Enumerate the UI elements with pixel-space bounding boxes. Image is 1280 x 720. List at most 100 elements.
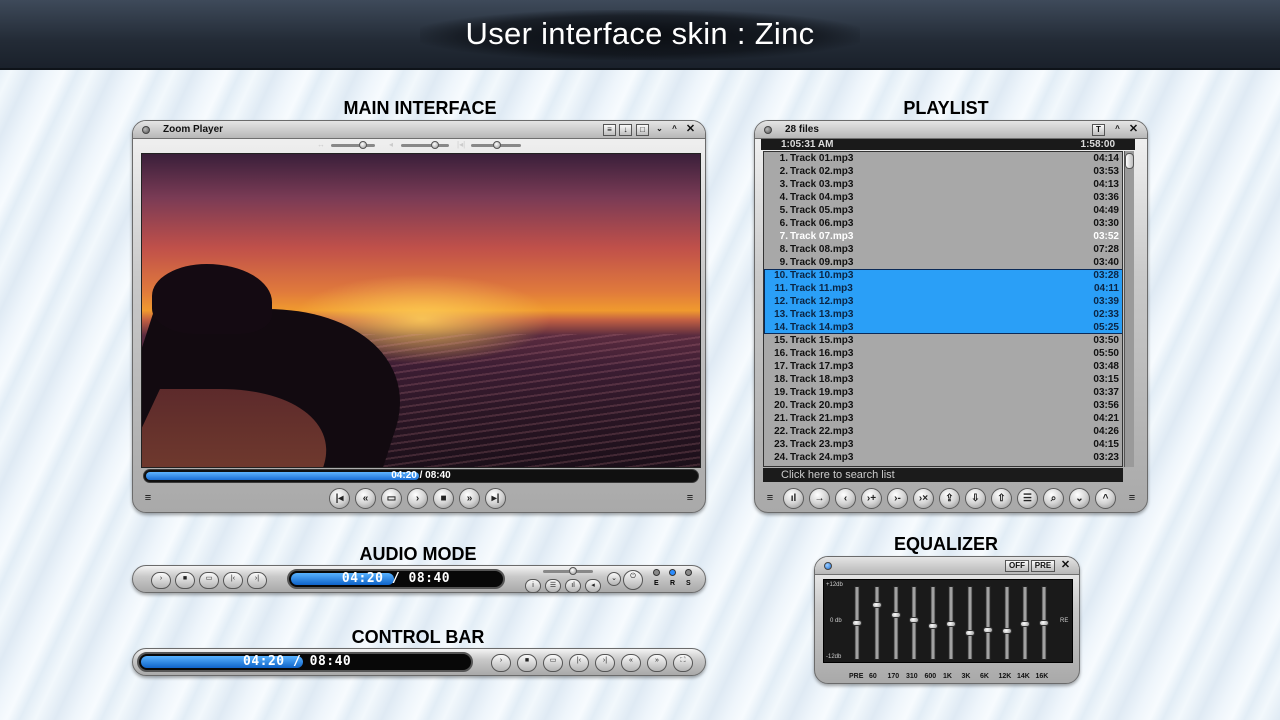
right-menu-icon[interactable]: ≡ bbox=[685, 493, 695, 504]
audio-list-icon[interactable]: ☰ bbox=[545, 579, 561, 593]
text-mode-icon[interactable]: T bbox=[1092, 124, 1105, 136]
eq-knob[interactable] bbox=[1001, 628, 1012, 634]
position-slider[interactable] bbox=[471, 141, 521, 149]
audio-volume-knob[interactable] bbox=[569, 567, 577, 575]
export-icon[interactable]: ⇪ bbox=[939, 488, 960, 509]
playlist-menu-icon[interactable] bbox=[764, 126, 772, 134]
eq-knob[interactable] bbox=[1038, 620, 1049, 626]
playlist-row[interactable]: 8. Track 08.mp3 07:28 bbox=[764, 243, 1122, 256]
playlist-row[interactable]: 22. Track 22.mp3 04:26 bbox=[764, 425, 1122, 438]
audio-prev-icon[interactable]: |‹ bbox=[223, 572, 243, 589]
rewind-icon[interactable]: « bbox=[355, 488, 376, 509]
playlist-row[interactable]: 6. Track 06.mp3 03:30 bbox=[764, 217, 1122, 230]
add-file-icon[interactable]: ›+ bbox=[861, 488, 882, 509]
eq-knob[interactable] bbox=[927, 623, 938, 629]
control-next-icon[interactable]: ›| bbox=[595, 654, 615, 672]
audio-stop-icon[interactable]: ■ bbox=[175, 572, 195, 589]
playlist-row[interactable]: 4. Track 04.mp3 03:36 bbox=[764, 191, 1122, 204]
playlist-row[interactable]: 21. Track 21.mp3 04:21 bbox=[764, 412, 1122, 425]
signal-icon[interactable]: ıl bbox=[783, 488, 804, 509]
maximize-icon[interactable]: ^ bbox=[668, 124, 681, 136]
move-down-icon[interactable]: ⌄ bbox=[1069, 488, 1090, 509]
audio-mode-icon[interactable]: ◂ bbox=[585, 579, 601, 593]
playlist-close-icon[interactable]: ✕ bbox=[1127, 124, 1140, 136]
eq-slider-60[interactable] bbox=[872, 586, 882, 660]
playlist-row[interactable]: 24. Track 24.mp3 03:23 bbox=[764, 451, 1122, 464]
eq-knob[interactable] bbox=[890, 612, 901, 618]
audio-next-icon[interactable]: ›| bbox=[247, 572, 267, 589]
move-up-icon[interactable]: ^ bbox=[1095, 488, 1116, 509]
fullscreen-icon[interactable]: □ bbox=[636, 124, 649, 136]
eq-pre-button[interactable]: PRE bbox=[1031, 560, 1055, 572]
playlist-row[interactable]: 5. Track 05.mp3 04:49 bbox=[764, 204, 1122, 217]
eq-slider-170[interactable] bbox=[890, 586, 901, 660]
sort-down-icon[interactable]: ⇩ bbox=[965, 488, 986, 509]
playlist-row[interactable]: 7. Track 07.mp3 03:52 bbox=[764, 230, 1122, 243]
scrollbar-thumb[interactable] bbox=[1125, 153, 1134, 169]
remove-icon[interactable]: ›- bbox=[887, 488, 908, 509]
eq-knob[interactable] bbox=[872, 602, 882, 608]
list-icon[interactable]: ☰ bbox=[1017, 488, 1038, 509]
playlist-maximize-icon[interactable]: ^ bbox=[1111, 124, 1124, 136]
eq-slider-310[interactable] bbox=[909, 586, 919, 660]
eq-icon[interactable]: ≡ bbox=[603, 124, 616, 136]
audio-minimize-icon[interactable]: ⌄ bbox=[607, 572, 621, 586]
control-prev-icon[interactable]: |‹ bbox=[569, 654, 589, 672]
playlist-left-menu-icon[interactable]: ≡ bbox=[765, 493, 775, 504]
playlist-right-menu-icon[interactable]: ≡ bbox=[1127, 493, 1137, 504]
play-icon[interactable]: › bbox=[407, 488, 428, 509]
control-rewind-icon[interactable]: « bbox=[621, 654, 641, 672]
playlist-row[interactable]: 15. Track 15.mp3 03:50 bbox=[764, 334, 1122, 347]
playlist-row[interactable]: 19. Track 19.mp3 03:37 bbox=[764, 386, 1122, 399]
eq-slider-1k[interactable] bbox=[946, 586, 956, 660]
eq-power-icon[interactable] bbox=[824, 562, 832, 570]
eq-slider-6k[interactable] bbox=[983, 586, 993, 660]
led-e[interactable] bbox=[653, 569, 660, 576]
eq-off-button[interactable]: OFF bbox=[1005, 560, 1029, 572]
eq-slider-16k[interactable] bbox=[1038, 586, 1049, 660]
open-folder-icon[interactable]: ▭ bbox=[381, 488, 402, 509]
fast-forward-icon[interactable]: » bbox=[459, 488, 480, 509]
balance-slider[interactable] bbox=[331, 141, 375, 149]
playlist-search-field[interactable]: Click here to search list bbox=[763, 468, 1123, 482]
search-icon[interactable]: ⌕ bbox=[1043, 488, 1064, 509]
minimize-icon[interactable]: ⌄ bbox=[653, 124, 666, 136]
control-forward-icon[interactable]: » bbox=[647, 654, 667, 672]
left-menu-icon[interactable]: ≡ bbox=[143, 493, 153, 504]
playlist-row[interactable]: 16. Track 16.mp3 05:50 bbox=[764, 347, 1122, 360]
control-fullscreen-icon[interactable]: ⛶ bbox=[673, 654, 693, 672]
eq-knob[interactable] bbox=[983, 627, 993, 633]
window-menu-icon[interactable] bbox=[142, 126, 150, 134]
eq-slider-pre[interactable] bbox=[852, 586, 862, 660]
eq-knob[interactable] bbox=[852, 620, 862, 626]
eq-knob[interactable] bbox=[1020, 621, 1030, 627]
control-play-icon[interactable]: › bbox=[491, 654, 511, 672]
position-knob[interactable] bbox=[493, 141, 501, 149]
playlist-row[interactable]: 9. Track 09.mp3 03:40 bbox=[764, 256, 1122, 269]
balance-knob[interactable] bbox=[359, 141, 367, 149]
next-icon[interactable]: ▸| bbox=[485, 488, 506, 509]
audio-volume-slider[interactable] bbox=[543, 567, 593, 575]
close-icon[interactable]: ✕ bbox=[684, 124, 697, 136]
playlist-row[interactable]: 3. Track 03.mp3 04:13 bbox=[764, 178, 1122, 191]
playlist-title-bar[interactable]: 28 files T ^ ✕ bbox=[755, 121, 1147, 139]
volume-knob[interactable] bbox=[431, 141, 439, 149]
audio-eq-icon[interactable]: ıl bbox=[565, 579, 581, 593]
playlist-row[interactable]: 17. Track 17.mp3 03:48 bbox=[764, 360, 1122, 373]
eq-slider-12k[interactable] bbox=[1001, 586, 1012, 660]
playlist-row[interactable]: 2. Track 02.mp3 03:53 bbox=[764, 165, 1122, 178]
audio-play-icon[interactable]: › bbox=[151, 572, 171, 589]
previous-icon[interactable]: |◂ bbox=[329, 488, 350, 509]
download-icon[interactable]: ↓ bbox=[619, 124, 632, 136]
video-area[interactable] bbox=[141, 153, 701, 468]
eq-knob[interactable] bbox=[909, 617, 919, 623]
stop-icon[interactable]: ■ bbox=[433, 488, 454, 509]
audio-power-icon[interactable]: ⏻ bbox=[623, 570, 643, 590]
volume-slider[interactable] bbox=[401, 141, 449, 149]
eq-close-icon[interactable]: ✕ bbox=[1059, 560, 1072, 572]
eq-knob[interactable] bbox=[946, 621, 956, 627]
eq-title-bar[interactable]: OFF PRE ✕ bbox=[815, 557, 1079, 575]
led-s[interactable] bbox=[685, 569, 692, 576]
main-title-bar[interactable]: Zoom Player ≡ ↓ □ ⌄ ^ ✕ bbox=[133, 121, 705, 139]
sort-up-icon[interactable]: ⇧ bbox=[991, 488, 1012, 509]
